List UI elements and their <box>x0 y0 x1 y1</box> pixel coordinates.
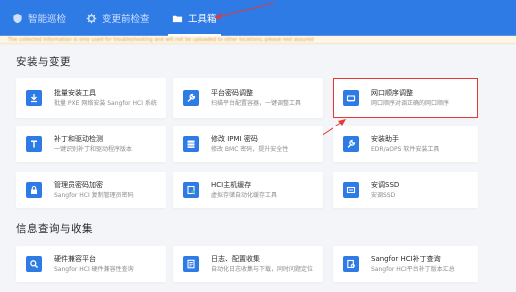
wrench-icon <box>183 90 199 106</box>
tab-pre-change-check[interactable]: 变更前检查 <box>86 0 150 36</box>
card-desc: 自动化日志收集与下载，同时问题定位 <box>211 266 314 273</box>
card-title: 补丁和驱动检测 <box>54 135 103 143</box>
ssd-icon <box>343 182 359 198</box>
download-icon <box>26 90 42 106</box>
card-title: 管理员密码加密 <box>54 181 103 189</box>
tool-icon <box>343 136 359 152</box>
card-hci-patch-query[interactable]: Sangfor HCI补丁查询 Sangfor HCI平台补丁版本汇总 <box>333 246 478 282</box>
card-title: 批量安装工具 <box>54 89 96 97</box>
tab-label: 变更前检查 <box>102 14 150 25</box>
patch-icon <box>26 136 42 152</box>
card-title: 修改 IPMI 密码 <box>211 135 258 143</box>
card-title: 平台密码调整 <box>211 89 253 97</box>
card-title: Sangfor HCI补丁查询 <box>371 255 441 263</box>
lock-icon <box>26 182 42 198</box>
card-desc: 网口顺序对调正确的网口顺序 <box>371 100 450 107</box>
card-desc: Sangfor HCI平台补丁版本汇总 <box>371 266 455 273</box>
card-title: 日志、配置收集 <box>211 255 260 263</box>
section-title-install: 安装与变更 <box>16 56 71 68</box>
tab-toolbox[interactable]: 工具箱 <box>168 0 220 36</box>
card-platform-password[interactable]: 平台密码调整 扫描平台配置容器，一键调整工具 <box>173 78 323 118</box>
card-desc: Sangfor HCI 硬件兼容性查询 <box>54 266 134 273</box>
card-nic-order[interactable]: 网口顺序调整 网口顺序对调正确的网口顺序 <box>333 78 478 118</box>
card-desc: EDR/aOPS 软件安装工具 <box>371 146 440 153</box>
card-title: 安调SSD <box>371 181 400 189</box>
hci-cache-icon <box>183 182 199 198</box>
card-desc: 虚拟存储自动化缓存工具 <box>211 192 278 199</box>
card-batch-install[interactable]: 批量安装工具 批量 PXE 网络安装 Sangfor HCI 系统 <box>16 78 166 118</box>
card-patch-driver[interactable]: 补丁和驱动检测 一键识别补丁和驱动程序版本 <box>16 126 166 162</box>
folder-icon <box>172 15 183 22</box>
card-desc: 一键识别补丁和驱动程序版本 <box>54 146 133 153</box>
section-title-info: 信息查询与收集 <box>16 223 93 235</box>
card-desc: 扫描平台配置容器，一键调整工具 <box>211 100 302 107</box>
tab-label: 工具箱 <box>188 14 217 25</box>
server-icon <box>183 136 199 152</box>
card-title: 网口顺序调整 <box>371 89 413 97</box>
network-card-icon <box>343 90 359 106</box>
log-icon <box>183 256 199 272</box>
card-desc: 修改 BMC 密码，提升安全性 <box>211 146 289 153</box>
top-nav-bar: 智能巡检 变更前检查 工具箱 <box>0 0 516 36</box>
gear-icon <box>86 13 97 23</box>
patch-query-icon <box>343 256 359 272</box>
card-desc: 批量 PXE 网络安装 Sangfor HCI 系统 <box>54 100 157 107</box>
notice-banner: The collected information is only used f… <box>0 36 516 44</box>
card-desc: 安调SSD <box>371 192 396 199</box>
card-title: HCI主机缓存 <box>211 181 252 189</box>
shield-icon <box>13 13 22 23</box>
card-hci-cache[interactable]: HCI主机缓存 虚拟存储自动化缓存工具 <box>173 172 323 208</box>
card-desc: Sangfor HCI 复制管理员密码 <box>54 192 134 199</box>
card-ipmi-password[interactable]: 修改 IPMI 密码 修改 BMC 密码，提升安全性 <box>173 126 323 162</box>
card-install-assistant[interactable]: 安装助手 EDR/aOPS 软件安装工具 <box>333 126 478 162</box>
card-hardware-compat[interactable]: 硬件兼容平台 Sangfor HCI 硬件兼容性查询 <box>16 246 166 282</box>
card-log-config-collect[interactable]: 日志、配置收集 自动化日志收集与下载，同时问题定位 <box>173 246 323 282</box>
search-icon <box>26 256 42 272</box>
card-title: 硬件兼容平台 <box>54 255 96 263</box>
tab-label: 智能巡检 <box>28 14 67 25</box>
card-ssd-adjust[interactable]: 安调SSD 安调SSD <box>333 172 478 208</box>
card-title: 安装助手 <box>371 135 399 143</box>
tab-smart-inspection[interactable]: 智能巡检 <box>12 0 66 36</box>
card-admin-password-encrypt[interactable]: 管理员密码加密 Sangfor HCI 复制管理员密码 <box>16 172 166 208</box>
